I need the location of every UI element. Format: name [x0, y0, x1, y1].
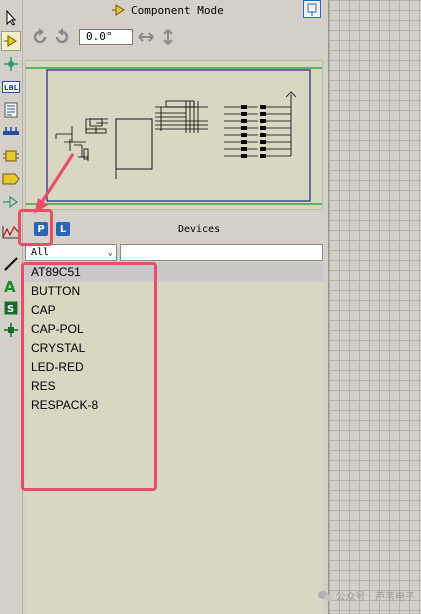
buses-icon[interactable] — [1, 123, 21, 143]
rotation-angle-field[interactable]: 0.0° — [79, 29, 133, 45]
svg-text:S: S — [7, 304, 14, 315]
mode-title: Component Mode — [131, 4, 224, 17]
symbol-icon[interactable]: S — [1, 298, 21, 318]
mirror-horizontal-icon[interactable] — [137, 29, 155, 48]
watermark-text: 公众号 · 芦苇电子 — [335, 592, 415, 603]
devices-title: Devices — [178, 224, 221, 235]
text-script-icon[interactable] — [1, 100, 21, 120]
rotation-toolbar: 0.0° — [23, 27, 325, 49]
schematic-thumbnail — [26, 67, 322, 205]
pin-icon — [307, 3, 317, 16]
rotate-clockwise-icon[interactable] — [31, 28, 49, 49]
selection-icon[interactable] — [1, 8, 21, 28]
overview-preview[interactable] — [25, 60, 323, 210]
text-icon[interactable]: A — [1, 276, 21, 296]
editing-canvas[interactable] — [328, 0, 421, 614]
device-filter-value: All — [31, 247, 50, 258]
wechat-icon — [318, 590, 333, 601]
component-icon — [112, 4, 125, 16]
terminals-icon[interactable] — [1, 169, 21, 189]
device-filter-select[interactable]: All ⌄ — [25, 244, 117, 261]
device-pins-icon[interactable] — [1, 192, 21, 212]
device-picker-bar: P L Devices — [23, 218, 325, 242]
svg-text:LBL: LBL — [4, 84, 19, 92]
svg-text:A: A — [4, 278, 16, 294]
device-list-highlight — [21, 262, 157, 491]
left-toolbar: LBL A S — [0, 0, 23, 614]
p-button-highlight — [18, 209, 53, 246]
mode-title-bar: Component Mode — [23, 0, 325, 22]
subcircuit-icon[interactable] — [1, 146, 21, 166]
filter-row: All ⌄ — [25, 244, 323, 262]
rotate-anticlockwise-icon[interactable] — [53, 28, 71, 49]
pin-button[interactable] — [303, 0, 321, 18]
line-icon[interactable] — [1, 254, 21, 274]
library-manager-button[interactable]: L — [56, 222, 70, 236]
chevron-down-icon: ⌄ — [107, 248, 113, 258]
device-search-input[interactable] — [120, 244, 323, 261]
junction-dot-icon[interactable] — [1, 54, 21, 74]
mirror-vertical-icon[interactable] — [160, 28, 176, 49]
component-icon[interactable] — [1, 31, 21, 51]
watermark: 公众号 · 芦苇电子 — [318, 588, 415, 603]
marker-icon[interactable] — [1, 320, 21, 340]
wire-label-icon[interactable]: LBL — [1, 77, 21, 97]
